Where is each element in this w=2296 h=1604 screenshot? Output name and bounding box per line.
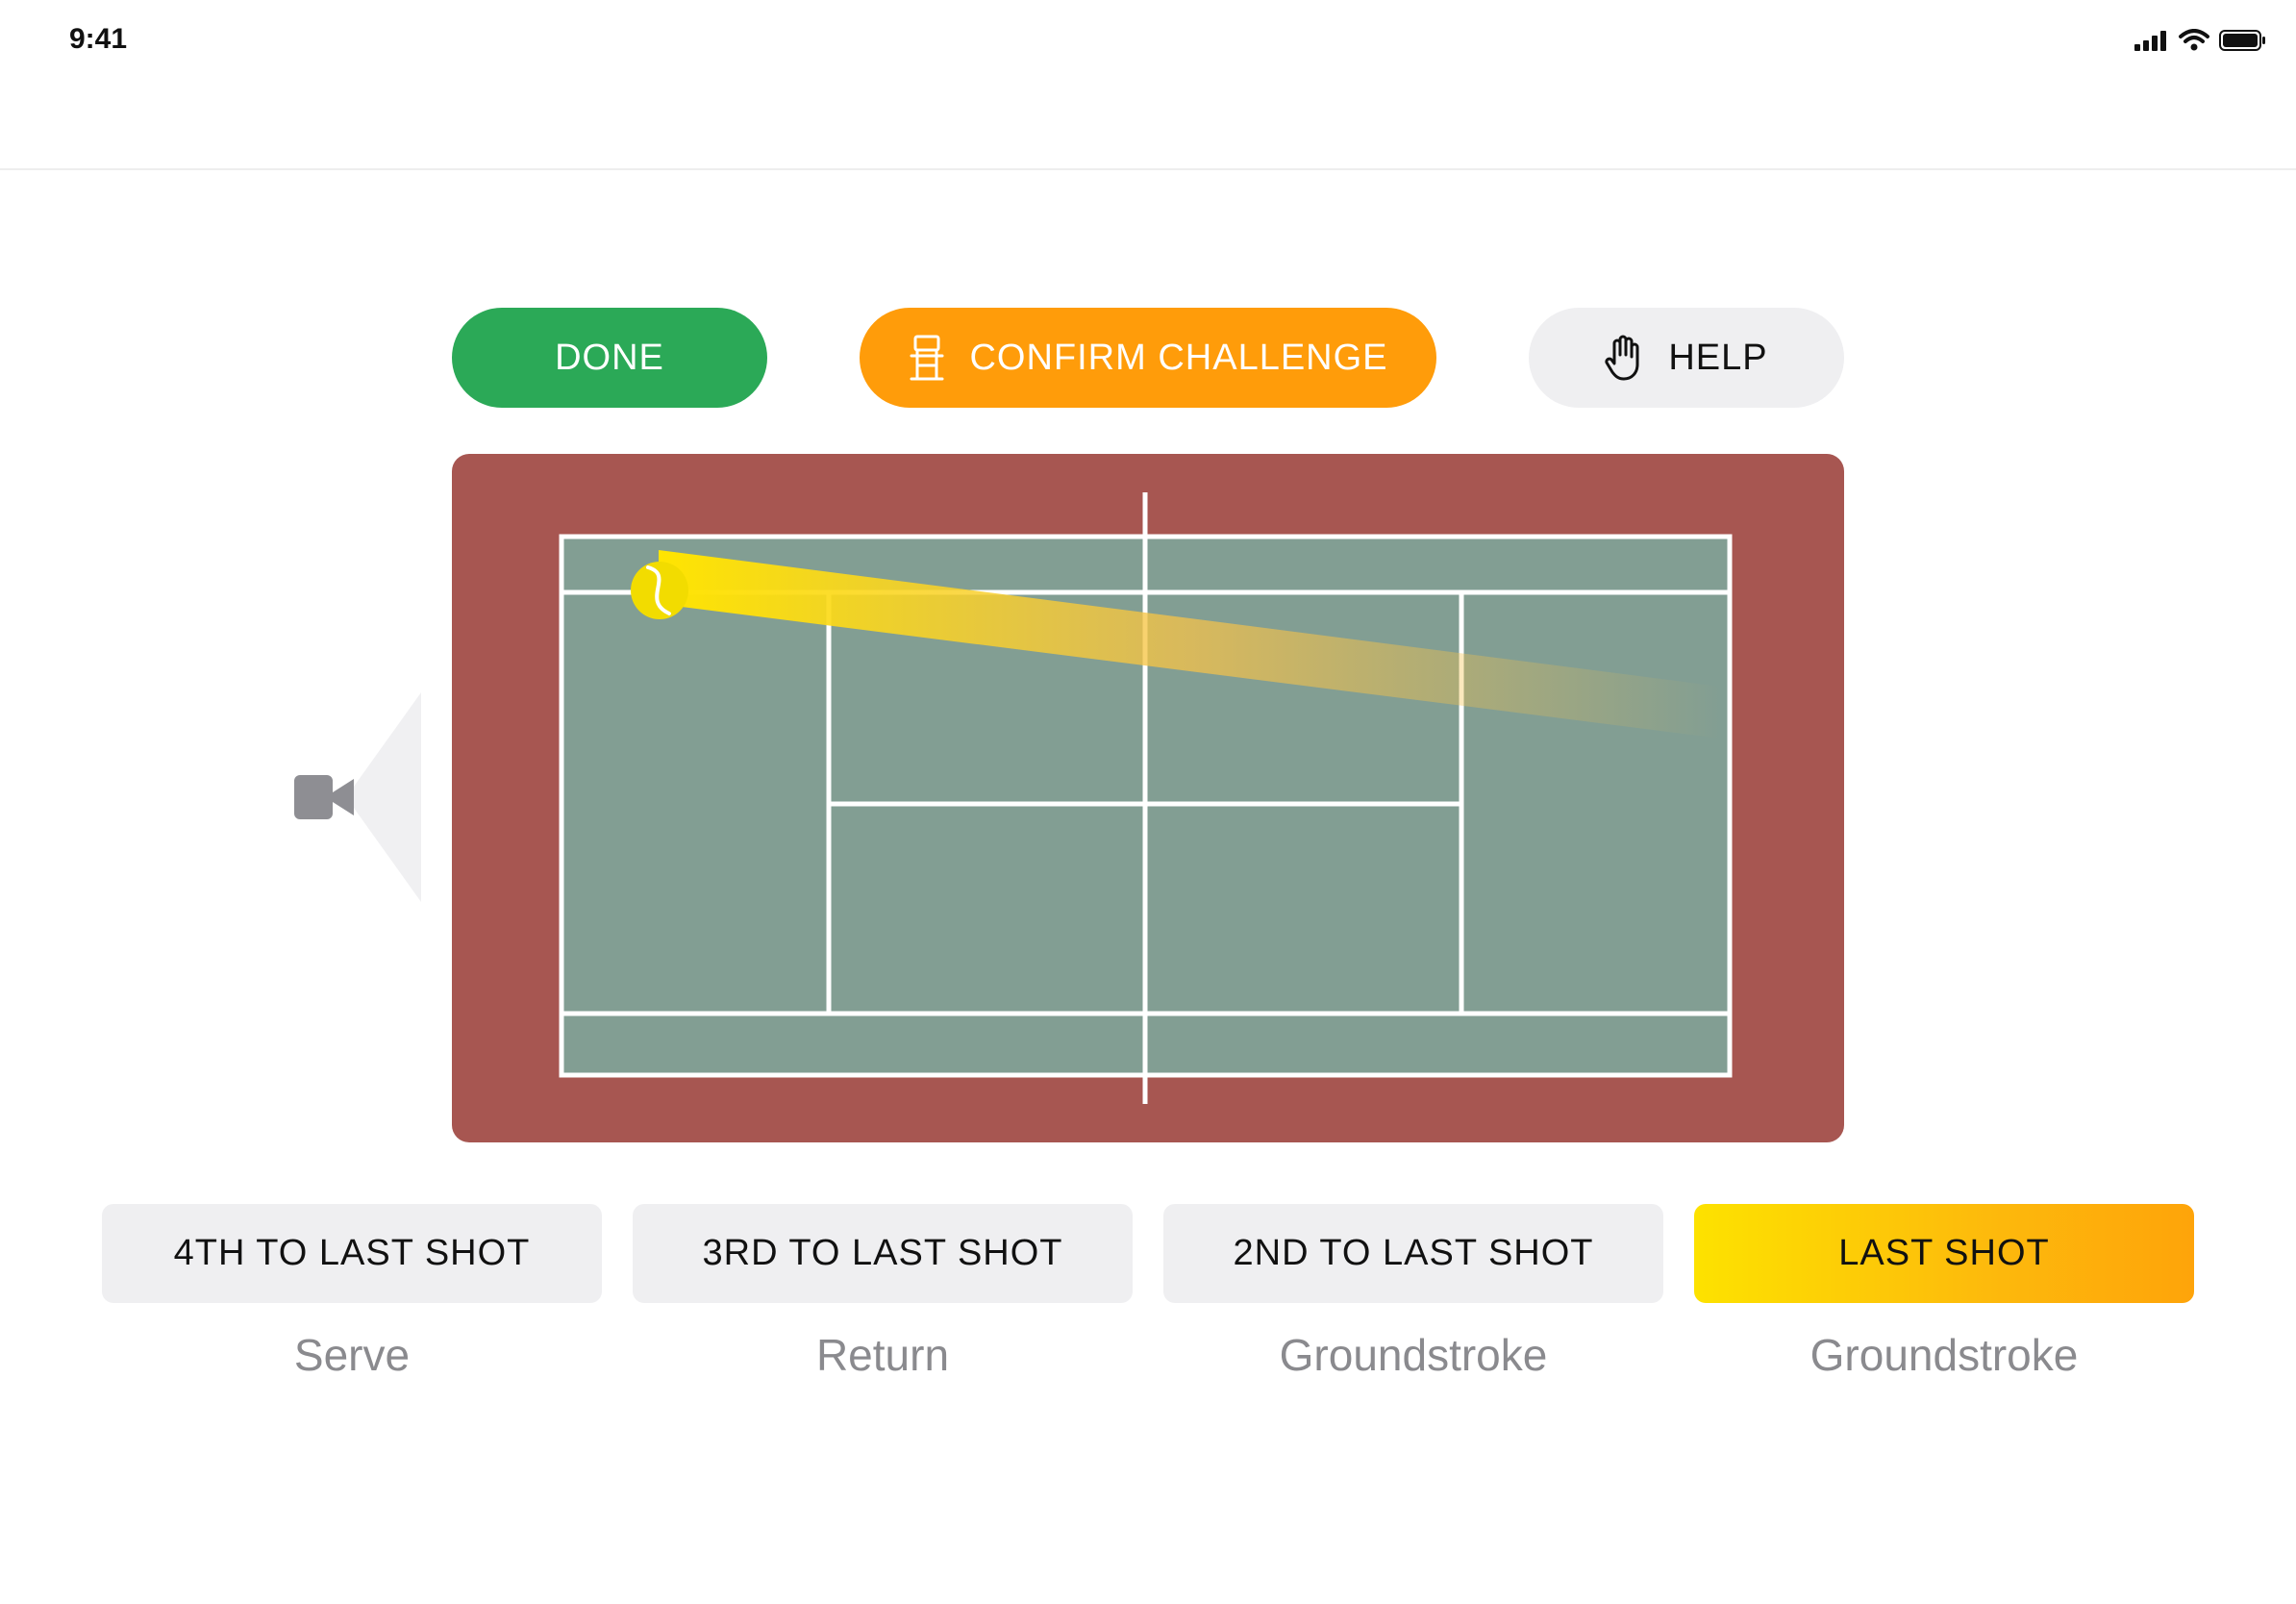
shot-type-label: Groundstroke [1279,1330,1548,1380]
umpire-chair-icon [910,335,944,381]
status-icons [2134,29,2267,52]
shot-button-label: LAST SHOT [1838,1233,2050,1273]
shot-button-3rd-to-last[interactable]: 3RD TO LAST SHOT [633,1204,1133,1303]
battery-icon [2219,30,2265,51]
shot-button-label: 3RD TO LAST SHOT [702,1233,1063,1273]
help-button-label: HELP [1668,337,1768,378]
header-divider [0,168,2296,170]
shot-button-label: 4TH TO LAST SHOT [173,1233,531,1273]
video-camera-icon [294,775,354,819]
shot-button-4th-to-last[interactable]: 4TH TO LAST SHOT [102,1204,602,1303]
tennis-ball-icon [631,562,688,619]
camera-view-cone [346,692,421,902]
wifi-icon [2179,29,2209,51]
shot-type-label: Return [815,1330,950,1380]
hand-icon [1605,335,1639,381]
confirm-challenge-label: CONFIRM CHALLENGE [969,337,1388,378]
done-button[interactable]: DONE [452,308,767,408]
camera-viewpoint[interactable] [288,692,423,902]
done-button-label: DONE [555,337,664,378]
shot-type-label: Groundstroke [1809,1330,2079,1380]
shot-type-label: Serve [293,1330,411,1380]
confirm-challenge-button[interactable]: CONFIRM CHALLENGE [860,308,1436,408]
tennis-court [452,454,1844,1142]
shot-button-label: 2ND TO LAST SHOT [1233,1233,1594,1273]
help-button[interactable]: HELP [1529,308,1844,408]
status-time: 9:41 [69,23,128,55]
shot-button-last[interactable]: LAST SHOT [1694,1204,2194,1303]
shot-button-2nd-to-last[interactable]: 2ND TO LAST SHOT [1163,1204,1663,1303]
signal-icon [2134,31,2166,51]
